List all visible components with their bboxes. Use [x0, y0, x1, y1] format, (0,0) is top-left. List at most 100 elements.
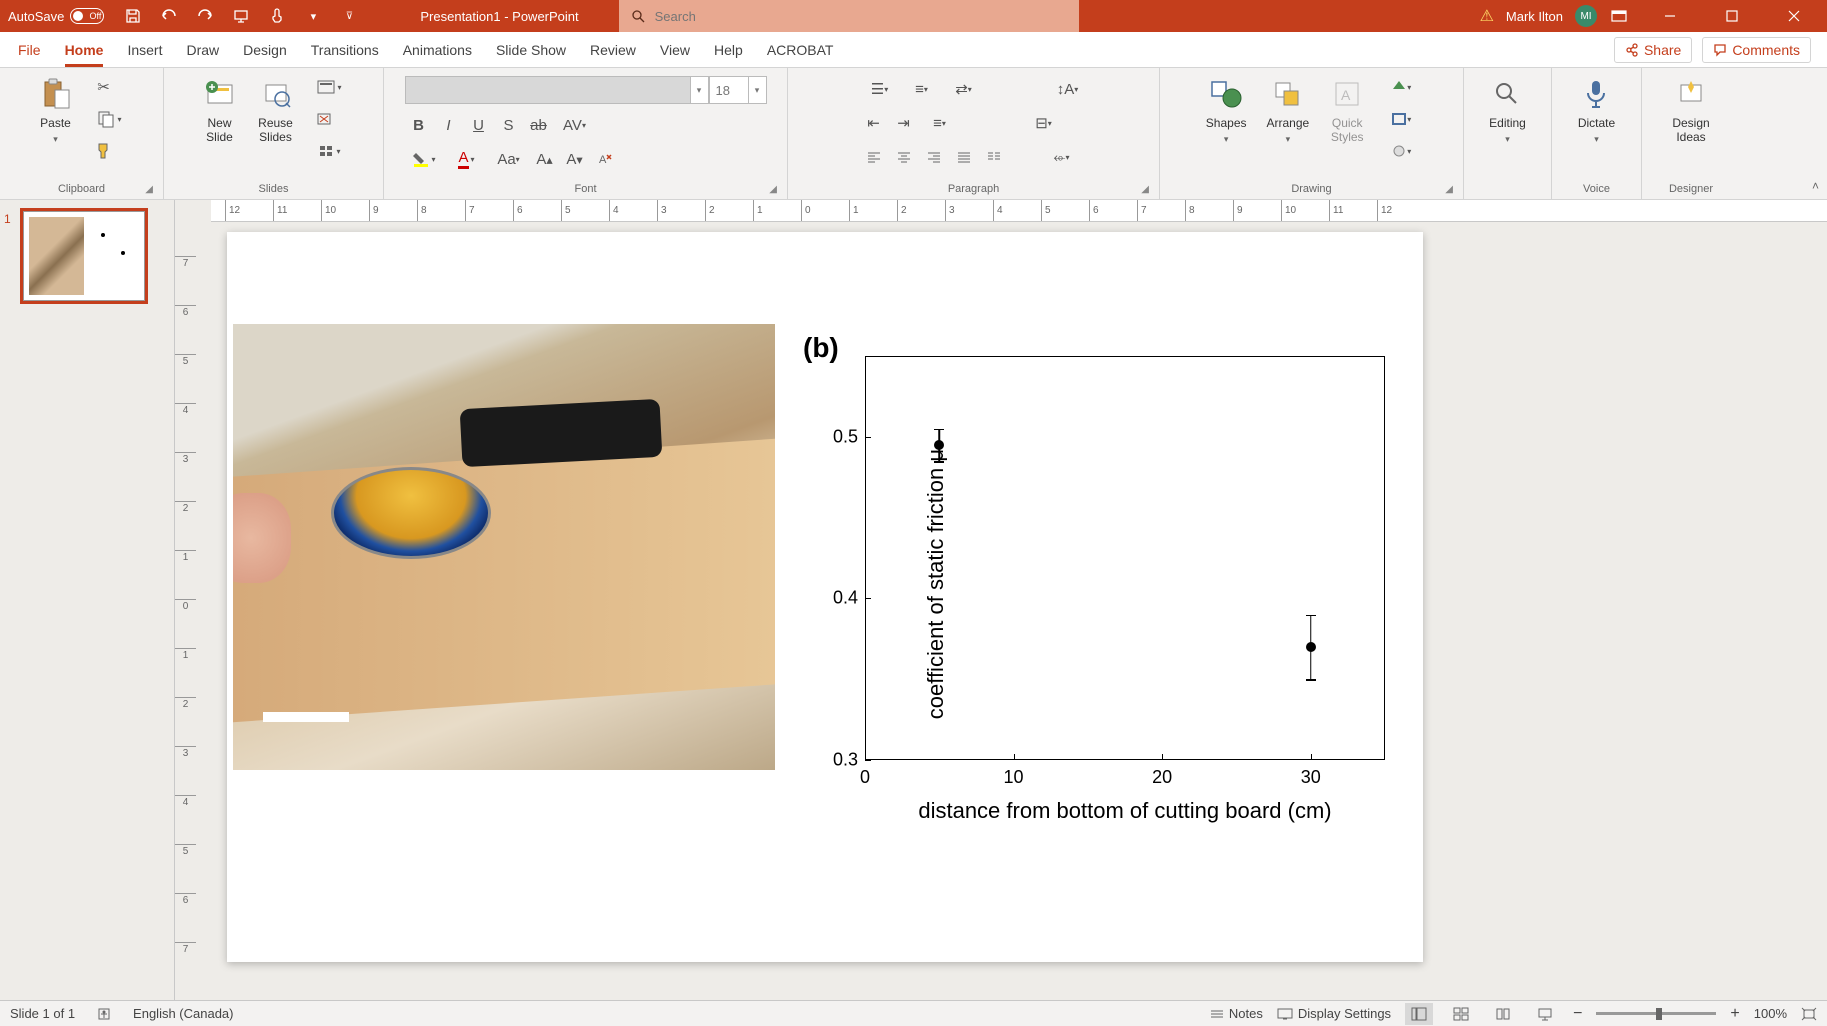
- align-text-icon[interactable]: ⊟ ▾: [1024, 110, 1064, 136]
- language-indicator[interactable]: English (Canada): [133, 1006, 233, 1021]
- character-spacing-icon[interactable]: AV ▾: [555, 112, 595, 138]
- collapse-ribbon-icon[interactable]: ˄: [1812, 179, 1819, 193]
- reset-icon[interactable]: [310, 106, 338, 132]
- slide-indicator[interactable]: Slide 1 of 1: [10, 1006, 75, 1021]
- tab-slideshow[interactable]: Slide Show: [484, 32, 578, 67]
- tab-view[interactable]: View: [648, 32, 702, 67]
- paste-button[interactable]: Paste ▾: [30, 72, 82, 149]
- text-direction-icon[interactable]: ↕A ▾: [1048, 76, 1088, 102]
- warning-icon[interactable]: ⚠: [1480, 6, 1494, 26]
- zoom-in-button[interactable]: +: [1730, 1005, 1739, 1023]
- slide-sorter-view-icon[interactable]: [1447, 1003, 1475, 1025]
- normal-view-icon[interactable]: [1405, 1003, 1433, 1025]
- shape-outline-icon[interactable]: ▾: [1381, 106, 1421, 132]
- dialog-launcher-icon[interactable]: ◢: [1141, 184, 1149, 195]
- italic-icon[interactable]: I: [435, 112, 463, 138]
- columns-icon[interactable]: [980, 144, 1008, 170]
- qat-more-icon[interactable]: ▾: [304, 7, 322, 25]
- tab-acrobat[interactable]: ACROBAT: [755, 32, 846, 67]
- bold-icon[interactable]: B: [405, 112, 433, 138]
- bullets-icon[interactable]: ☰ ▾: [860, 76, 900, 102]
- ribbon-display-options-icon[interactable]: [1601, 0, 1637, 32]
- change-case-icon[interactable]: Aa ▾: [489, 146, 529, 172]
- slideshow-view-icon[interactable]: [1531, 1003, 1559, 1025]
- present-from-beginning-icon[interactable]: [232, 7, 250, 25]
- dialog-launcher-icon[interactable]: ◢: [1445, 184, 1453, 195]
- slide-thumbnail-panel[interactable]: 1: [0, 200, 175, 1000]
- decrease-font-icon[interactable]: A▾: [561, 146, 589, 172]
- cut-icon[interactable]: ✂: [90, 74, 118, 100]
- close-button[interactable]: [1765, 0, 1823, 32]
- font-size-dropdown-icon[interactable]: ▾: [749, 76, 767, 104]
- increase-indent-icon[interactable]: ⇥: [890, 110, 918, 136]
- zoom-out-button[interactable]: −: [1573, 1005, 1582, 1023]
- slide-canvas-area[interactable]: (a) (b) coefficient of static friction μ…: [211, 222, 1827, 1000]
- dialog-launcher-icon[interactable]: ◢: [769, 184, 777, 195]
- layout-icon[interactable]: ▾: [310, 74, 350, 100]
- display-settings-button[interactable]: Display Settings: [1277, 1006, 1391, 1021]
- strikethrough-icon[interactable]: ab: [525, 112, 553, 138]
- search-input[interactable]: [655, 9, 1067, 24]
- copy-icon[interactable]: ▾: [90, 106, 130, 132]
- user-avatar[interactable]: MI: [1575, 5, 1597, 27]
- minimize-button[interactable]: [1641, 0, 1699, 32]
- font-name-dropdown-icon[interactable]: ▾: [691, 76, 709, 104]
- reading-view-icon[interactable]: [1489, 1003, 1517, 1025]
- reuse-slides-button[interactable]: Reuse Slides: [250, 72, 302, 148]
- font-color-icon[interactable]: A▾: [447, 146, 487, 172]
- numbering-icon[interactable]: ≡ ▾: [902, 76, 942, 102]
- design-ideas-button[interactable]: Design Ideas: [1664, 72, 1717, 148]
- dialog-launcher-icon[interactable]: ◢: [145, 184, 153, 195]
- highlight-color-icon[interactable]: ▾: [405, 146, 445, 172]
- list-level-icon[interactable]: ⇄ ▾: [944, 76, 984, 102]
- increase-font-icon[interactable]: A▴: [531, 146, 559, 172]
- notes-button[interactable]: Notes: [1210, 1006, 1263, 1021]
- tab-animations[interactable]: Animations: [391, 32, 484, 67]
- touch-mode-icon[interactable]: [268, 7, 286, 25]
- tab-home[interactable]: Home: [53, 32, 116, 67]
- arrange-button[interactable]: Arrange ▾: [1259, 72, 1318, 149]
- shape-fill-icon[interactable]: ▾: [1381, 74, 1421, 100]
- search-box[interactable]: [619, 0, 1079, 32]
- autosave-toggle[interactable]: AutoSave Off: [0, 8, 112, 24]
- tab-help[interactable]: Help: [702, 32, 755, 67]
- photo-panel-a[interactable]: [233, 324, 775, 770]
- share-button[interactable]: Share: [1614, 37, 1692, 63]
- shape-effects-icon[interactable]: ▾: [1381, 138, 1421, 164]
- underline-icon[interactable]: U: [465, 112, 493, 138]
- tab-file[interactable]: File: [6, 32, 53, 67]
- chart-panel-b[interactable]: coefficient of static friction μₛ distan…: [805, 340, 1409, 820]
- font-size-combo[interactable]: 18: [709, 76, 749, 104]
- horizontal-ruler[interactable]: 1211109876543210123456789101112: [211, 200, 1827, 222]
- maximize-button[interactable]: [1703, 0, 1761, 32]
- redo-icon[interactable]: [196, 7, 214, 25]
- editing-button[interactable]: Editing ▾: [1481, 72, 1534, 149]
- justify-icon[interactable]: [950, 144, 978, 170]
- section-icon[interactable]: ▾: [310, 138, 350, 164]
- user-name[interactable]: Mark Ilton: [1506, 9, 1563, 24]
- format-painter-icon[interactable]: [90, 138, 118, 164]
- zoom-level[interactable]: 100%: [1754, 1006, 1787, 1021]
- qat-customize-icon[interactable]: ⊽: [340, 7, 358, 25]
- accessibility-icon[interactable]: [97, 1007, 111, 1021]
- shadow-icon[interactable]: S: [495, 112, 523, 138]
- smartart-icon[interactable]: ⬰ ▾: [1042, 144, 1082, 170]
- new-slide-button[interactable]: New Slide: [194, 72, 246, 148]
- tab-review[interactable]: Review: [578, 32, 648, 67]
- tab-insert[interactable]: Insert: [115, 32, 174, 67]
- comments-button[interactable]: Comments: [1702, 37, 1811, 63]
- font-name-combo[interactable]: [405, 76, 691, 104]
- save-icon[interactable]: [124, 7, 142, 25]
- tab-draw[interactable]: Draw: [174, 32, 231, 67]
- quick-styles-button[interactable]: A Quick Styles: [1321, 72, 1373, 148]
- tab-transitions[interactable]: Transitions: [299, 32, 391, 67]
- dictate-button[interactable]: Dictate ▾: [1570, 72, 1623, 149]
- undo-icon[interactable]: [160, 7, 178, 25]
- fit-to-window-icon[interactable]: [1801, 1007, 1817, 1021]
- slide-thumbnail-1[interactable]: [20, 208, 148, 304]
- tab-design[interactable]: Design: [231, 32, 299, 67]
- align-right-icon[interactable]: [920, 144, 948, 170]
- autosave-switch[interactable]: Off: [70, 8, 104, 24]
- line-spacing-icon[interactable]: ≡ ▾: [920, 110, 960, 136]
- align-center-icon[interactable]: [890, 144, 918, 170]
